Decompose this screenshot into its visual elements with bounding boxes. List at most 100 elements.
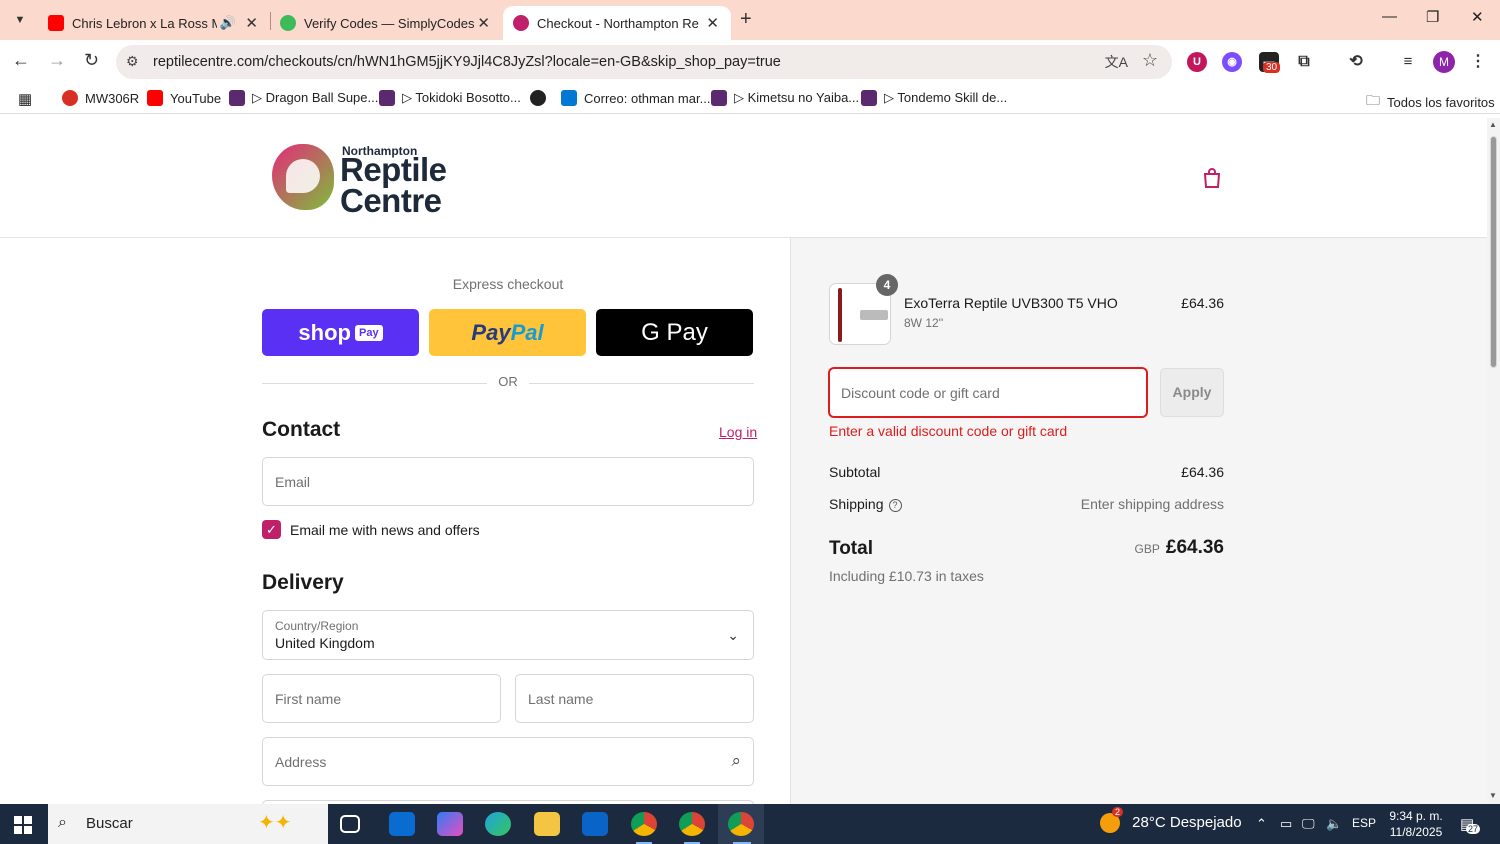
bookmark-mw306r[interactable]: MW306R	[62, 90, 139, 106]
bookmark-globe[interactable]	[530, 90, 553, 106]
taskbar-search[interactable]: ⌕ Buscar ✦✦	[48, 804, 328, 844]
globe-icon	[530, 90, 546, 106]
all-bookmarks[interactable]: 🗀 Todos los favoritos	[1366, 90, 1495, 114]
bookmark-tokidoki[interactable]: ▷ Tokidoki Bosotto...	[379, 90, 521, 106]
email-field[interactable]: Email	[262, 457, 754, 506]
country-select[interactable]: Country/Region United Kingdom ⌄	[262, 610, 754, 660]
file-explorer-icon[interactable]	[534, 812, 560, 836]
copilot-icon[interactable]	[437, 812, 463, 836]
bookmark-dragon-ball[interactable]: ▷ Dragon Ball Supe...	[229, 90, 378, 106]
address-bar[interactable]: ⚙ reptilecentre.com/checkouts/cn/hWN1hGM…	[116, 45, 1172, 79]
windows-start-icon[interactable]	[14, 816, 32, 834]
shop-text: shop	[298, 319, 351, 345]
outlook-favicon-icon	[561, 90, 577, 106]
address-field[interactable]: Address ⌕	[262, 737, 754, 786]
reload-icon[interactable]: ↻	[84, 50, 99, 71]
bookmark-star-icon[interactable]: ☆	[1142, 50, 1158, 71]
restore-icon[interactable]: ❐	[1426, 8, 1439, 26]
anime-favicon-icon	[379, 90, 395, 106]
bookmark-outlook[interactable]: Correo: othman mar...	[561, 90, 710, 106]
device-icon[interactable]: ▭	[1280, 816, 1292, 832]
extension-purple-icon[interactable]: ◉	[1222, 52, 1242, 72]
volume-icon[interactable]: 🔈	[1326, 816, 1342, 832]
discount-placeholder: Discount code or gift card	[841, 385, 1000, 401]
close-tab-icon[interactable]: ✕	[477, 14, 490, 32]
tab-title: Checkout - Northampton Repti	[537, 15, 699, 31]
minimize-icon[interactable]: —	[1382, 8, 1397, 25]
logo-mark-icon	[272, 144, 334, 210]
media-control-icon[interactable]: ≡	[1398, 52, 1418, 72]
notifications-icon[interactable]: ▤27	[1460, 815, 1481, 834]
tab-youtube[interactable]: Chris Lebron x La Ross Mar 🔊 ✕	[38, 6, 270, 40]
paypal-text-b: Pal	[510, 319, 544, 345]
apply-button[interactable]: Apply	[1160, 368, 1224, 417]
first-name-field[interactable]: First name	[262, 674, 501, 723]
chrome-profile-icon[interactable]	[679, 812, 705, 836]
newsletter-checkbox[interactable]: ✓	[262, 520, 281, 539]
bookmark-youtube[interactable]: YouTube	[147, 90, 221, 106]
last-name-field[interactable]: Last name	[515, 674, 754, 723]
tab-title: Verify Codes — SimplyCodes	[304, 15, 474, 31]
tray-chevron-icon[interactable]: ⌃	[1256, 816, 1267, 832]
scroll-down-icon[interactable]: ▼	[1489, 791, 1497, 800]
notification-count: 27	[1466, 824, 1481, 834]
screen: ▼ Chris Lebron x La Ross Mar 🔊 ✕ Verify …	[0, 0, 1500, 844]
anime-favicon-icon	[861, 90, 877, 106]
new-tab-icon[interactable]: +	[740, 8, 752, 31]
bookmark-kimetsu[interactable]: ▷ Kimetsu no Yaiba...	[711, 90, 859, 106]
weather-widget[interactable]: 2 28°C Despejado	[1100, 807, 1242, 833]
extensions-puzzle-icon[interactable]: ⧉	[1294, 52, 1314, 72]
extension-u-icon[interactable]: U	[1187, 52, 1207, 72]
menu-kebab-icon[interactable]: ⋮	[1468, 52, 1488, 72]
discount-code-input[interactable]: Discount code or gift card	[828, 367, 1148, 418]
bookmark-label: MW306R	[85, 90, 140, 106]
help-icon[interactable]: ?	[888, 498, 902, 512]
close-tab-icon[interactable]: ✕	[706, 14, 719, 32]
newsletter-label[interactable]: Email me with news and offers	[290, 522, 480, 538]
bookmark-label: Todos los favoritos	[1387, 94, 1495, 110]
store-icon[interactable]	[389, 812, 415, 836]
paypal-button[interactable]: Pay Pal	[429, 309, 586, 356]
forward-icon[interactable]: →	[48, 50, 66, 71]
or-divider: OR	[262, 374, 754, 392]
history-icon[interactable]: ⟲	[1346, 52, 1366, 72]
site-info-icon[interactable]: ⚙	[126, 53, 139, 70]
speaker-icon[interactable]: 🔊	[220, 15, 236, 31]
page-scrollbar[interactable]: ▲ ▼	[1487, 118, 1500, 804]
shop-pay-button[interactable]: shop Pay	[262, 309, 419, 356]
pay-tag: Pay	[354, 324, 383, 341]
bookmark-label: ▷ Dragon Ball Supe...	[252, 90, 379, 105]
edge-icon[interactable]	[485, 812, 511, 836]
translate-icon[interactable]: 文A	[1105, 52, 1128, 72]
profile-avatar[interactable]: M	[1433, 51, 1455, 73]
network-icon[interactable]: 🖵	[1302, 816, 1315, 832]
close-window-icon[interactable]: ✕	[1471, 8, 1484, 26]
shopping-bag-icon[interactable]	[1200, 166, 1224, 196]
discount-error: Enter a valid discount code or gift card	[829, 423, 1068, 439]
chrome-icon[interactable]	[631, 812, 657, 836]
close-tab-icon[interactable]: ✕	[245, 14, 258, 32]
scroll-up-icon[interactable]: ▲	[1489, 120, 1497, 129]
clock[interactable]: 9:34 p. m. 11/8/2025	[1384, 808, 1448, 840]
chevron-down-icon: ⌄	[727, 627, 739, 643]
task-view-icon[interactable]	[340, 815, 360, 833]
scrollbar-thumb[interactable]	[1490, 136, 1497, 368]
back-icon[interactable]: ←	[12, 50, 30, 71]
apps-grid-icon[interactable]: ▦	[18, 90, 32, 108]
tab-simplycodes[interactable]: Verify Codes — SimplyCodes ✕	[270, 6, 502, 40]
or-text: OR	[498, 374, 518, 389]
checkout-page: Northampton Reptile Centre Express checko…	[0, 118, 1487, 804]
outlook-icon[interactable]	[582, 812, 608, 836]
tab-checkout[interactable]: Checkout - Northampton Repti ✕	[503, 6, 731, 40]
url-text[interactable]: reptilecentre.com/checkouts/cn/hWN1hGM5j…	[153, 54, 781, 70]
express-checkout-label: Express checkout	[452, 276, 564, 292]
bookmarks-bar: ▦ MW306R YouTube ▷ Dragon Ball Supe... ▷…	[0, 84, 1500, 114]
google-pay-button[interactable]: G Pay	[596, 309, 753, 356]
chrome-active-icon[interactable]	[728, 812, 754, 836]
language-indicator[interactable]: ESP	[1352, 816, 1376, 830]
login-link[interactable]: Log in	[719, 424, 757, 440]
tab-search-icon[interactable]: ▼	[8, 8, 32, 32]
bookmark-label: ▷ Tokidoki Bosotto...	[402, 90, 521, 105]
store-logo[interactable]: Northampton Reptile Centre	[272, 144, 452, 217]
bookmark-tondemo[interactable]: ▷ Tondemo Skill de...	[861, 90, 1007, 106]
